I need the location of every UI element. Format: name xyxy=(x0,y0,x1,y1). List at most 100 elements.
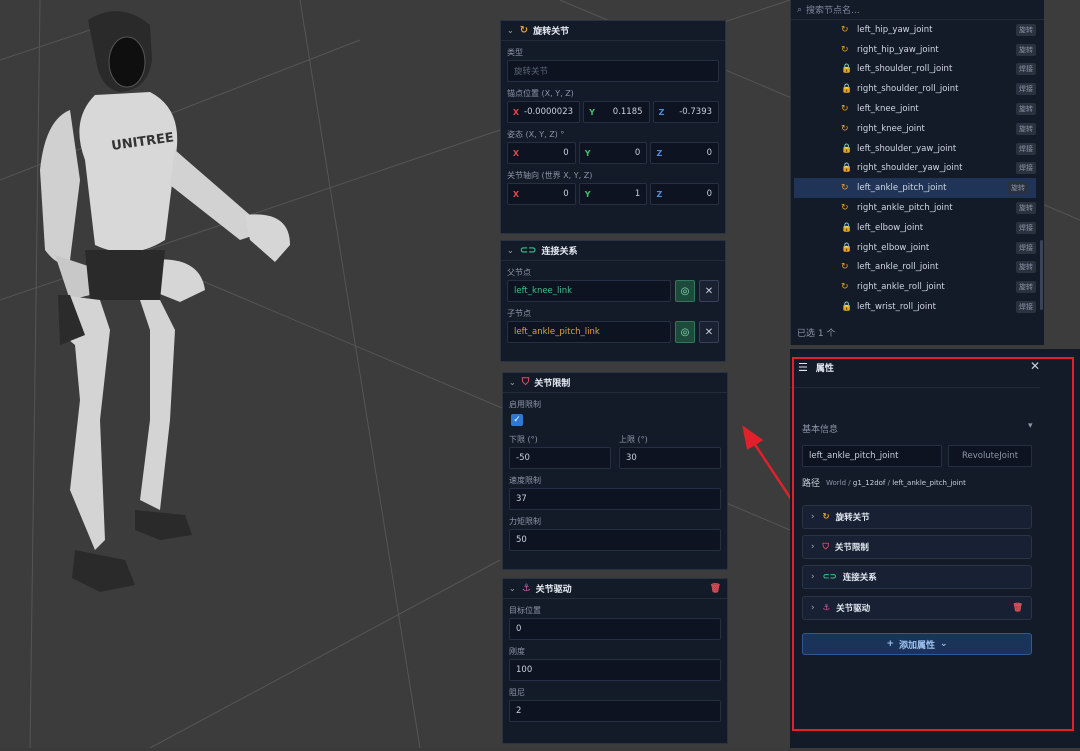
tree-item[interactable]: 🔒 right_elbow_joint 焊接 xyxy=(791,238,1044,258)
velocity-limit-label: 速度限制 xyxy=(509,476,541,485)
axis-z-label: Z xyxy=(656,148,663,158)
pose-x-input[interactable]: X0 xyxy=(507,142,576,164)
tree-item-label: left_hip_yaw_joint xyxy=(857,24,933,35)
axis-y-input[interactable]: Y1 xyxy=(578,183,648,205)
tree-item[interactable]: ↻ right_hip_yaw_joint 旋转 xyxy=(791,40,1044,60)
axis-label: 关节轴向 (世界 X, Y, Z) xyxy=(507,171,593,180)
humanoid-robot[interactable]: UNITREE xyxy=(40,11,290,592)
axis-x-value: 0 xyxy=(563,189,569,199)
stiffness-input[interactable]: 100 xyxy=(509,659,721,681)
trash-icon[interactable]: 🗑 xyxy=(710,584,721,594)
panel-title: 关节驱动 xyxy=(535,585,572,595)
tree-item[interactable]: 🔒 right_shoulder_roll_joint 焊接 xyxy=(791,79,1044,99)
tree-item-label: right_ankle_pitch_joint xyxy=(857,203,953,214)
selected-count: 已选 1 个 xyxy=(797,329,836,339)
anchor-x-input[interactable]: X -0.0000023 xyxy=(507,101,581,123)
tree-item-label: left_elbow_joint xyxy=(857,222,924,233)
pose-x-value: 0 xyxy=(563,148,569,158)
connection-panel-header[interactable]: ⌄ ⊂⊃ 连接关系 xyxy=(501,241,725,261)
axis-y-label: Y xyxy=(584,148,591,158)
anchor-z-input[interactable]: Z -0.7393 xyxy=(652,101,720,123)
chevron-down-icon[interactable]: ⌄ xyxy=(507,246,514,255)
rotate-icon: ↻ xyxy=(841,203,849,214)
pose-y-value: 0 xyxy=(634,148,641,158)
limit-panel-header[interactable]: ⌄ ⛉ 关节限制 xyxy=(503,373,727,393)
panel-title: 旋转关节 xyxy=(533,27,570,37)
anchor-icon: ⚓ xyxy=(521,583,531,594)
revolute-panel-header[interactable]: ⌄ ↻ 旋转关节 xyxy=(501,21,725,41)
rotate-icon: ↻ xyxy=(841,183,849,194)
type-label: 类型 xyxy=(507,48,523,57)
stiffness-label: 刚度 xyxy=(509,647,525,656)
joint-type-badge: 焊接 xyxy=(1016,142,1036,155)
enable-limit-checkbox[interactable]: ✓ xyxy=(511,414,523,426)
tree-item[interactable]: ↻ left_ankle_pitch_joint 旋转 xyxy=(794,178,1036,199)
tree-item[interactable]: ↻ left_ankle_roll_joint 旋转 xyxy=(791,258,1044,278)
pose-y-input[interactable]: Y0 xyxy=(578,142,648,164)
clear-button[interactable]: ✕ xyxy=(699,321,719,343)
tree-item-label: left_knee_joint xyxy=(857,104,919,115)
parent-field[interactable]: left_knee_link xyxy=(507,280,671,302)
rotate-icon: ↻ xyxy=(519,25,529,36)
tree-item[interactable]: 🔒 left_wrist_roll_joint 焊接 xyxy=(791,297,1044,317)
lock-icon: 🔒 xyxy=(841,143,853,154)
drive-panel-header[interactable]: ⌄ ⚓ 关节驱动 🗑 xyxy=(503,579,727,599)
child-label: 子节点 xyxy=(507,309,531,318)
joint-type-badge: 旋转 xyxy=(1016,261,1036,274)
axis-x-input[interactable]: X0 xyxy=(507,183,576,205)
upper-limit-input[interactable]: 30 xyxy=(619,447,721,469)
lower-limit-label: 下限 (°) xyxy=(509,435,538,444)
rotate-icon: ↻ xyxy=(841,24,849,35)
joint-type-badge: 焊接 xyxy=(1016,83,1036,96)
type-field[interactable]: 旋转关节 xyxy=(507,60,719,82)
clear-button[interactable]: ✕ xyxy=(699,280,719,302)
target-position-input[interactable]: 0 xyxy=(509,618,721,640)
torque-limit-input[interactable]: 50 xyxy=(509,529,721,551)
pick-target-icon[interactable]: ◎ xyxy=(675,280,695,302)
tree-search[interactable]: ⌕ 搜索节点名... xyxy=(791,0,1044,20)
tree-item[interactable]: 🔒 left_shoulder_yaw_joint 焊接 xyxy=(791,139,1044,159)
axis-x-label: X xyxy=(512,189,520,199)
enable-limit-label: 启用限制 xyxy=(509,400,541,409)
lock-icon: 🔒 xyxy=(841,242,853,253)
joint-type-badge: 焊接 xyxy=(1016,162,1036,175)
tree-item[interactable]: ↻ right_ankle_roll_joint 旋转 xyxy=(791,277,1044,297)
link-icon: ⊂⊃ xyxy=(519,245,537,256)
pick-target-icon[interactable]: ◎ xyxy=(675,321,695,343)
tree-item[interactable]: ↻ right_ankle_pitch_joint 旋转 xyxy=(791,198,1044,218)
tree-item-label: right_elbow_joint xyxy=(857,242,930,253)
axis-z-input[interactable]: Z0 xyxy=(650,183,720,205)
axis-x-label: X xyxy=(512,107,520,117)
lower-limit-input[interactable]: -50 xyxy=(509,447,611,469)
rotate-icon: ↻ xyxy=(841,123,849,134)
tree-item[interactable]: ↻ right_knee_joint 旋转 xyxy=(791,119,1044,139)
anchor-label: 锚点位置 (X, Y, Z) xyxy=(507,89,574,98)
lock-icon: 🔒 xyxy=(841,302,853,313)
search-input[interactable]: 搜索节点名... xyxy=(806,3,860,16)
search-icon: ⌕ xyxy=(797,4,803,15)
anchor-x-value: -0.0000023 xyxy=(524,107,574,117)
joint-type-badge: 焊接 xyxy=(1016,63,1036,76)
child-field[interactable]: left_ankle_pitch_link xyxy=(507,321,671,343)
joint-type-badge: 旋转 xyxy=(1016,202,1036,215)
joint-type-badge: 旋转 xyxy=(1016,281,1036,294)
tree-list: ↻ left_hip_yaw_joint 旋转 ↻ right_hip_yaw_join… xyxy=(791,20,1044,317)
tree-item[interactable]: 🔒 left_elbow_joint 焊接 xyxy=(791,218,1044,238)
tree-item[interactable]: 🔒 right_shoulder_yaw_joint 焊接 xyxy=(791,159,1044,179)
tree-item-label: left_wrist_roll_joint xyxy=(857,302,936,313)
shield-icon: ⛉ xyxy=(521,377,530,388)
joint-type-badge: 旋转 xyxy=(1016,122,1036,135)
tree-item[interactable]: ↻ left_hip_yaw_joint 旋转 xyxy=(791,20,1044,40)
damping-input[interactable]: 2 xyxy=(509,700,721,722)
tree-item[interactable]: ↻ left_knee_joint 旋转 xyxy=(791,99,1044,119)
chevron-down-icon[interactable]: ⌄ xyxy=(507,26,514,35)
anchor-y-input[interactable]: Y 0.1185 xyxy=(583,101,650,123)
pose-z-input[interactable]: Z0 xyxy=(650,142,720,164)
tree-item[interactable]: 🔒 left_shoulder_roll_joint 焊接 xyxy=(791,60,1044,80)
node-tree-panel: ⌕ 搜索节点名... ↻ left_hip_yaw_joint 旋转 ↻ right_hi… xyxy=(790,0,1044,345)
tree-scrollbar[interactable] xyxy=(1040,240,1043,310)
axis-z-label: Z xyxy=(656,189,663,199)
chevron-down-icon[interactable]: ⌄ xyxy=(509,584,516,593)
chevron-down-icon[interactable]: ⌄ xyxy=(509,378,516,387)
velocity-limit-input[interactable]: 37 xyxy=(509,488,721,510)
